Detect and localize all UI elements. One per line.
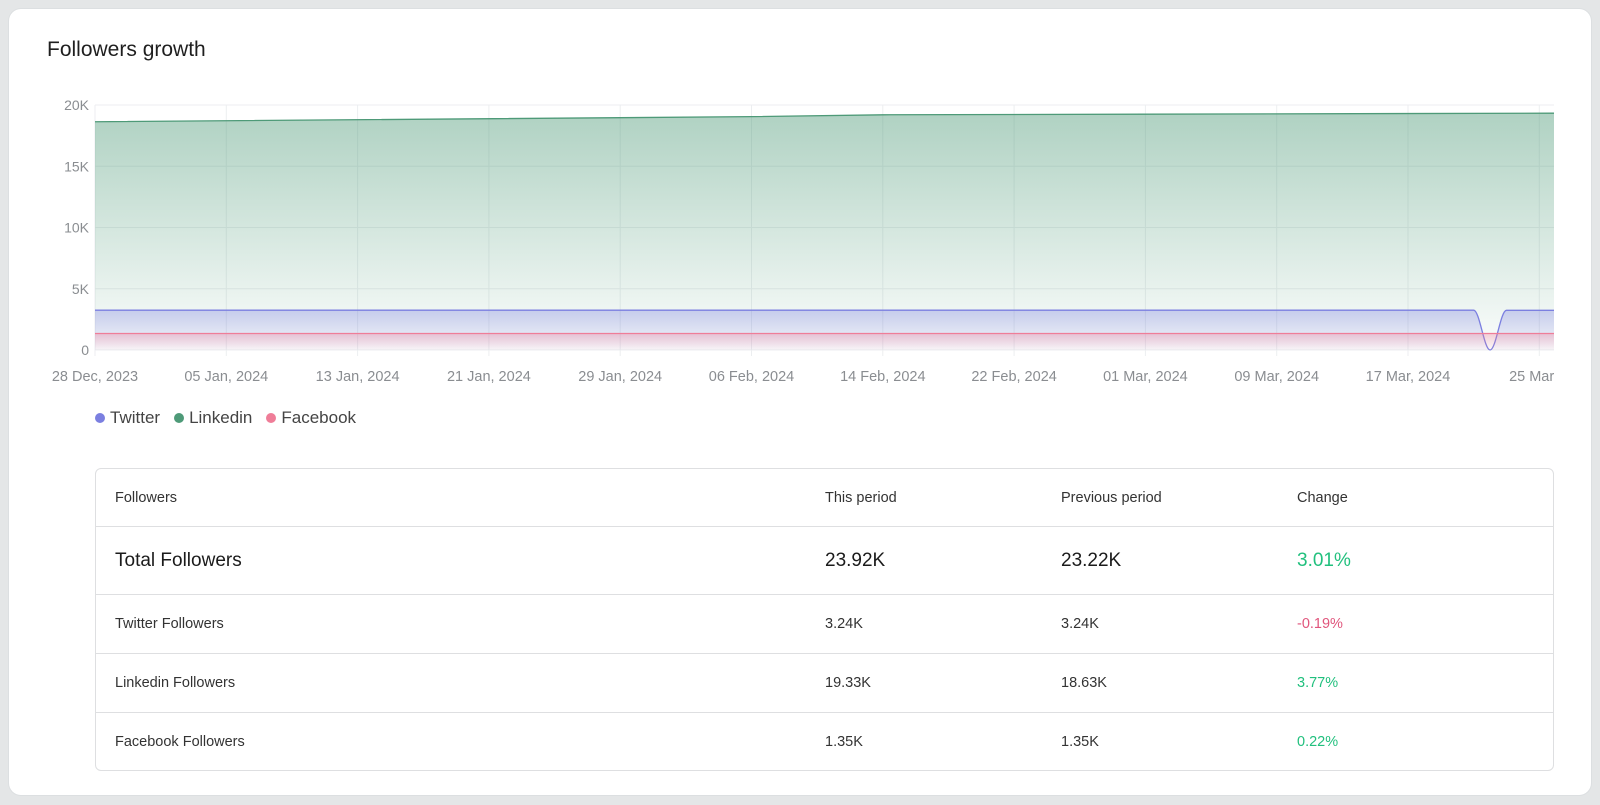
x-tick-label: 06 Feb, 2024 xyxy=(709,369,794,385)
facebook-dot-icon xyxy=(266,413,277,423)
legend-label-linkedin: Linkedin xyxy=(189,408,253,427)
x-tick-label: 22 Feb, 2024 xyxy=(971,369,1056,385)
header-this-period: This period xyxy=(825,489,897,506)
header-change: Change xyxy=(1297,489,1348,506)
linkedin-dot-icon xyxy=(174,413,185,423)
y-tick-label: 10K xyxy=(64,220,90,236)
this-period-value: 3.24K xyxy=(825,616,863,632)
change-value: 0.22% xyxy=(1297,734,1339,750)
header-previous-period: Previous period xyxy=(1061,489,1162,506)
previous-period-value: 23.22K xyxy=(1061,549,1122,571)
previous-period-value: 1.35K xyxy=(1061,734,1099,750)
legend-item-facebook[interactable]: Facebook xyxy=(266,408,356,428)
y-tick-label: 0 xyxy=(81,342,89,358)
change-value: 3.01% xyxy=(1297,549,1351,571)
y-tick-label: 15K xyxy=(64,158,90,174)
series-area-facebook xyxy=(95,333,1554,350)
x-tick-label: 09 Mar, 2024 xyxy=(1234,369,1319,385)
this-period-value: 1.35K xyxy=(825,734,863,750)
followers-growth-chart[interactable]: 0 5K 10K 15K 20K 28 Dec, 2023 05 Jan, 2024 13 J… xyxy=(0,0,1600,440)
this-period-value: 23.92K xyxy=(825,549,886,571)
x-tick-label: 17 Mar, 2024 xyxy=(1366,369,1451,385)
x-tick-label: 05 Jan, 2024 xyxy=(184,369,268,385)
x-tick-label: 28 Dec, 2023 xyxy=(52,369,138,385)
x-tick-label: 21 Jan, 2024 xyxy=(447,369,531,385)
header-followers: Followers xyxy=(115,489,178,506)
y-tick-label: 20K xyxy=(64,97,90,113)
twitter-dot-icon xyxy=(95,413,105,423)
row-label: Facebook Followers xyxy=(115,734,245,750)
legend-item-twitter[interactable]: Twitter xyxy=(95,408,160,428)
total-followers-row: Total Followers 23.92K 23.22K 3.01% xyxy=(96,527,1553,595)
x-tick-label: 13 Jan, 2024 xyxy=(316,369,400,385)
y-tick-label: 5K xyxy=(72,281,90,297)
this-period-value: 19.33K xyxy=(825,675,871,691)
legend-label-facebook: Facebook xyxy=(281,408,357,427)
x-tick-label: 29 Jan, 2024 xyxy=(578,369,662,385)
table-row: Facebook Followers 1.35K 1.35K 0.22% xyxy=(96,713,1553,770)
x-tick-label: 01 Mar, 2024 xyxy=(1103,369,1188,385)
x-tick-label: 14 Feb, 2024 xyxy=(840,369,925,385)
table-row: Twitter Followers 3.24K 3.24K -0.19% xyxy=(96,595,1553,654)
table-header-row: Followers This period Previous period Ch… xyxy=(96,469,1553,527)
previous-period-value: 3.24K xyxy=(1061,616,1099,632)
legend-item-linkedin[interactable]: Linkedin xyxy=(174,408,252,428)
row-label: Total Followers xyxy=(115,549,242,571)
previous-period-value: 18.63K xyxy=(1061,675,1107,691)
chart-legend: Twitter Linkedin Facebook xyxy=(95,408,356,428)
followers-stats-table: Followers This period Previous period Ch… xyxy=(95,468,1554,771)
row-label: Linkedin Followers xyxy=(115,675,236,691)
x-tick-label: 25 Mar, 2 xyxy=(1509,369,1569,385)
change-value: -0.19% xyxy=(1297,616,1343,632)
legend-label-twitter: Twitter xyxy=(110,408,161,427)
change-value: 3.77% xyxy=(1297,675,1339,691)
row-label: Twitter Followers xyxy=(115,616,224,632)
table-row: Linkedin Followers 19.33K 18.63K 3.77% xyxy=(96,654,1553,713)
